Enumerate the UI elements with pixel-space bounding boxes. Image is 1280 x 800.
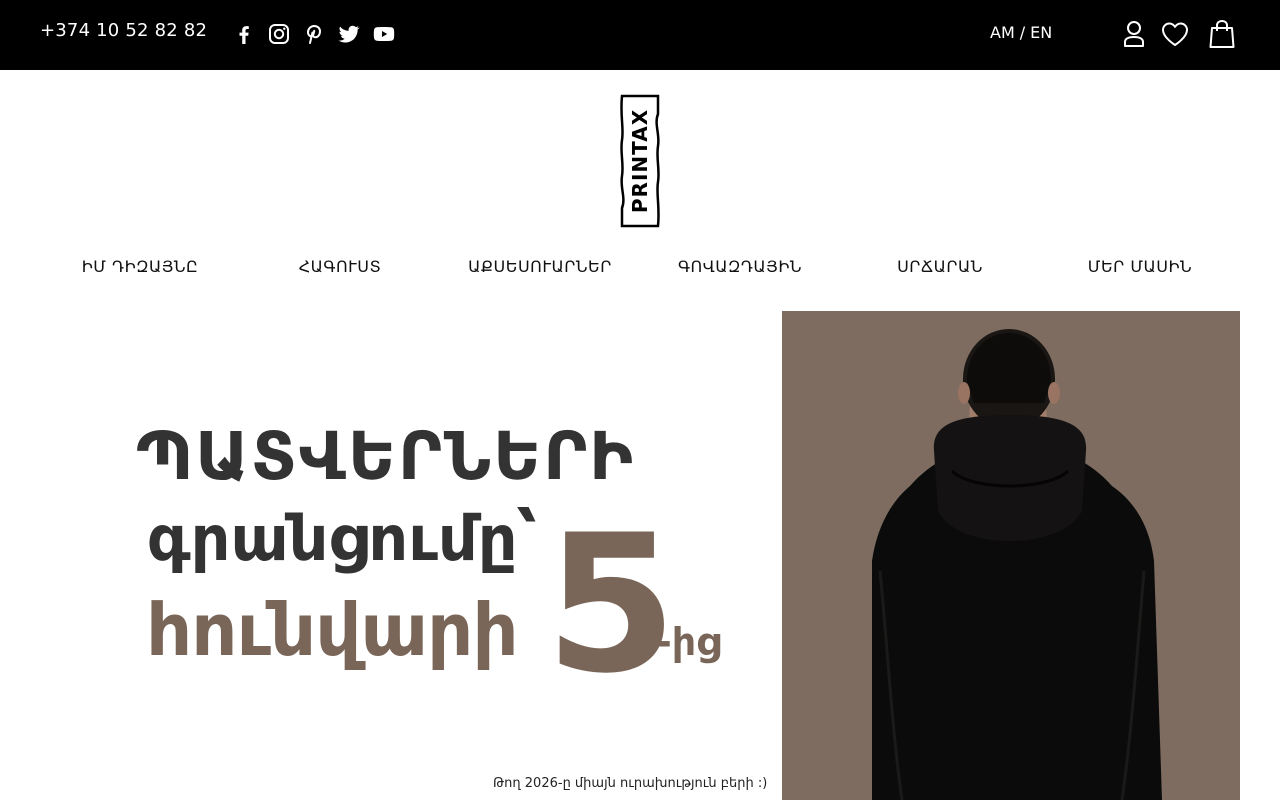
utility-icons	[1120, 18, 1236, 50]
nav-item-clothing[interactable]: ՀԱԳՈՒՍՏ	[240, 255, 440, 281]
hero-headline-line2: գրանցումը՝	[147, 502, 537, 575]
pinterest-icon[interactable]	[302, 22, 326, 46]
printax-logo[interactable]: PRINTAX	[619, 94, 661, 228]
user-icon[interactable]	[1120, 19, 1148, 49]
instagram-icon[interactable]	[267, 22, 291, 46]
hero-headline-line3: հունվարի	[146, 588, 519, 672]
nav-item-promotional[interactable]: ԳՈՎԱԶԴԱՅԻՆ	[640, 255, 840, 281]
main-nav: ԻՄ ԴԻԶԱՅՆԸ ՀԱԳՈՒՍՏ ԱՔՍԵՍՈՒԱՐՆԵՐ ԳՈՎԱԶԴԱՅ…	[40, 255, 1240, 281]
hero-hoodie-image[interactable]	[782, 311, 1240, 800]
nav-item-accessories[interactable]: ԱՔՍԵՍՈՒԱՐՆԵՐ	[440, 255, 640, 281]
hero-headline-line1: ՊԱՏՎԵՐՆԵՐԻ	[136, 418, 636, 495]
lang-am-link[interactable]: AM	[990, 23, 1015, 42]
lang-separator: /	[1019, 23, 1026, 42]
youtube-icon[interactable]	[372, 22, 396, 46]
phone-link[interactable]: +374 10 52 82 82	[40, 20, 207, 41]
hero-date-suffix: -ից	[656, 620, 721, 664]
facebook-icon[interactable]	[232, 22, 256, 46]
top-bar: +374 10 52 82 82 AM / EN	[0, 0, 1280, 70]
logo-wordmark: PRINTAX	[628, 109, 652, 213]
hero-caption: Թող 2026-ը միայն ուրախություն բերի :)	[493, 776, 768, 791]
social-links	[232, 22, 396, 46]
nav-item-about-us[interactable]: ՄԵՐ ՄԱՍԻՆ	[1040, 255, 1240, 281]
heart-icon[interactable]	[1160, 20, 1190, 48]
language-switcher: AM / EN	[990, 23, 1052, 42]
nav-item-my-design[interactable]: ԻՄ ԴԻԶԱՅՆԸ	[40, 255, 240, 281]
lang-en-link[interactable]: EN	[1030, 23, 1052, 42]
twitter-icon[interactable]	[337, 22, 361, 46]
hero-date-number: 5	[545, 494, 677, 715]
shopping-bag-icon[interactable]	[1208, 18, 1236, 50]
nav-item-cafe[interactable]: ՍՐՃԱՐԱՆ	[840, 255, 1040, 281]
